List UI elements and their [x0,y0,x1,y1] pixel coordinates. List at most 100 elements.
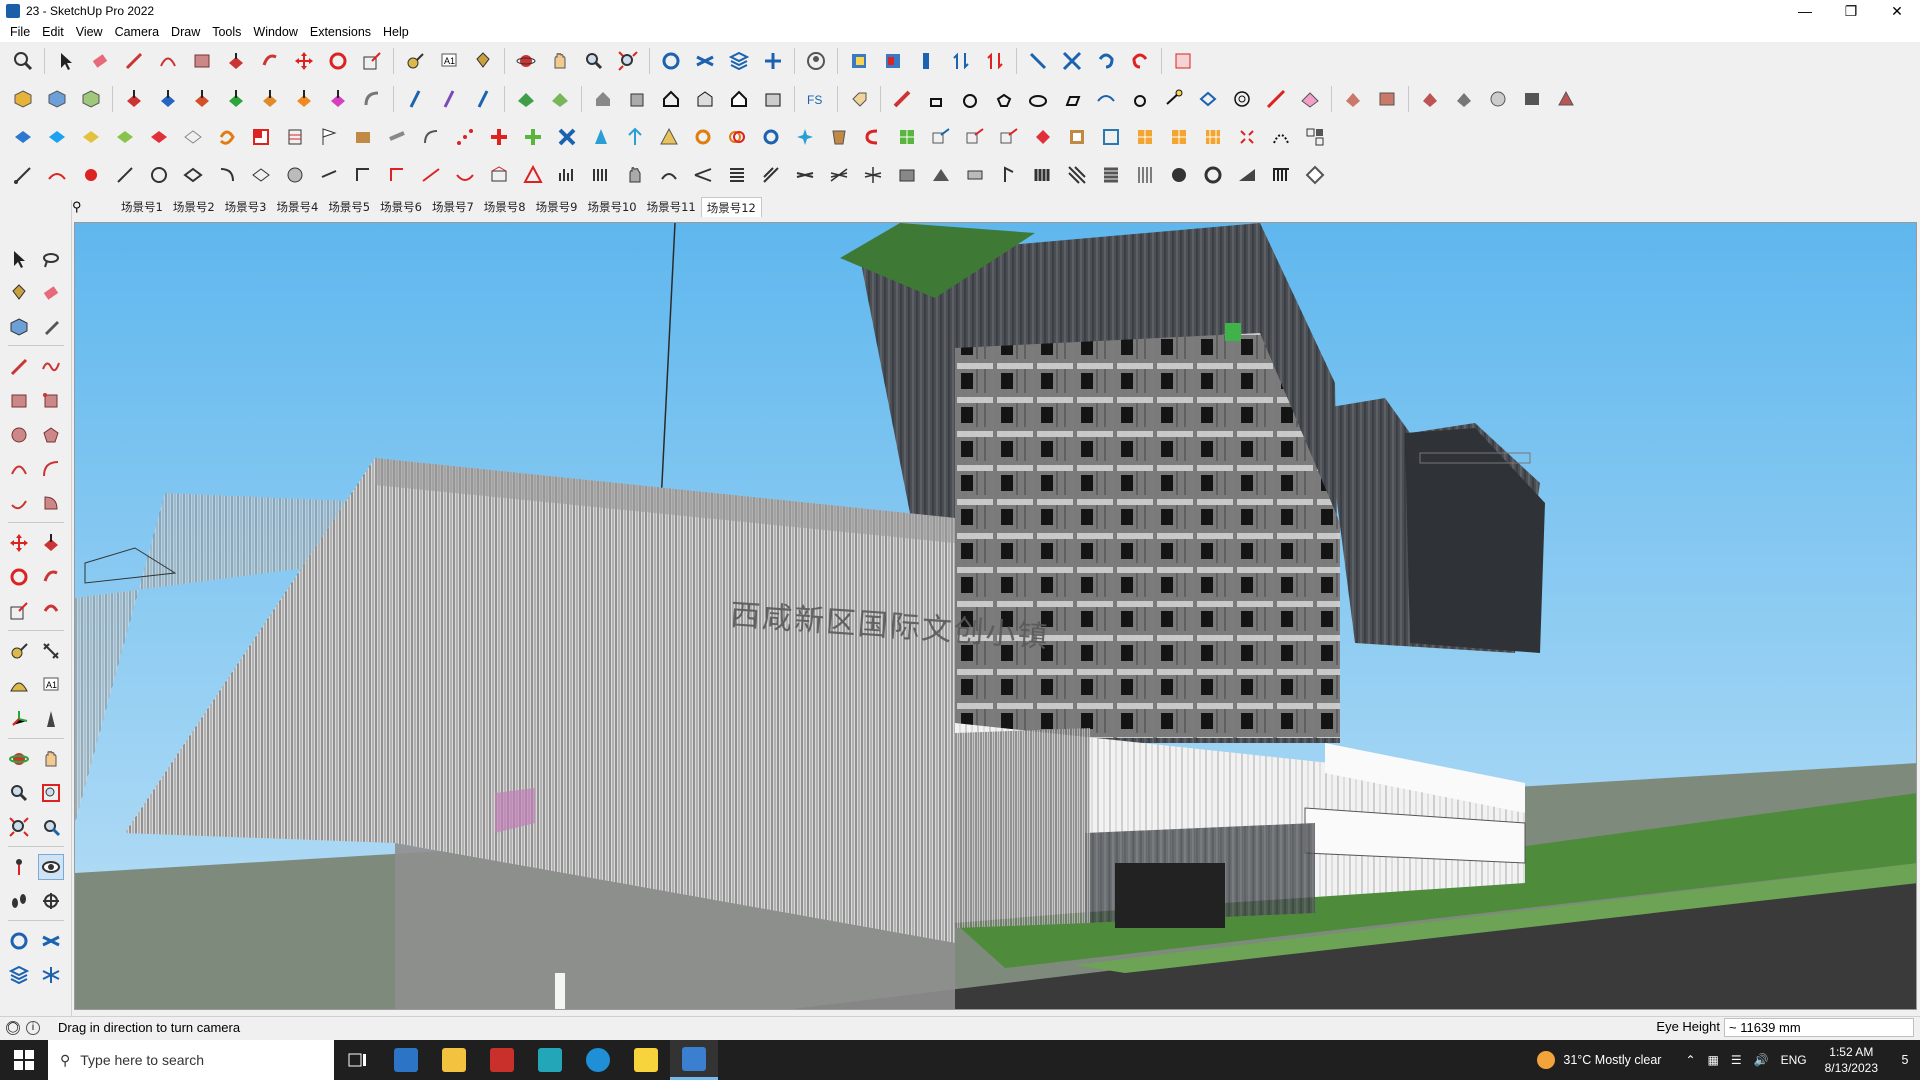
scene-tab-6[interactable]: 场景号6 [375,197,427,217]
draw-23-button[interactable] [757,161,785,189]
tools-chain-button[interactable] [383,123,411,151]
menu-edit[interactable]: Edit [36,25,70,39]
scene-tab-12[interactable]: 场景号12 [700,197,762,217]
scale-button[interactable] [358,47,386,75]
model-viewport[interactable]: 西咸新区国际文创小镇 [74,222,1917,1010]
tools-export-3-button[interactable] [995,123,1023,151]
tags-panel-icon[interactable] [38,928,64,954]
close-button[interactable]: ✕ [1874,0,1920,22]
rotate-button[interactable] [324,47,352,75]
layers-button[interactable] [691,47,719,75]
line-pencil-button[interactable] [120,47,148,75]
draw-25-button[interactable] [825,161,853,189]
label-button[interactable] [845,85,873,113]
views-front-button[interactable] [77,85,105,113]
task-view-button[interactable] [334,1040,382,1080]
tools-grid-button[interactable] [893,123,921,151]
views-top-button[interactable] [43,85,71,113]
tools-triangle-button[interactable] [655,123,683,151]
extrude-x-button[interactable] [290,85,318,113]
tools-blue-x-button[interactable] [553,123,581,151]
draw-15-button[interactable] [485,161,513,189]
draw-16-button[interactable] [519,161,547,189]
draw-20-button[interactable] [655,161,683,189]
draw-39-button[interactable] [1301,161,1329,189]
materials-button[interactable] [725,47,753,75]
menu-tools[interactable]: Tools [206,25,247,39]
draw-30-button[interactable] [995,161,1023,189]
tools-hook-button[interactable] [859,123,887,151]
draw-27-button[interactable] [893,161,921,189]
tools-frame-button[interactable] [1097,123,1125,151]
plan-1-button[interactable] [9,123,37,151]
follow-me-button[interactable] [256,47,284,75]
zoom-window-tool-icon[interactable] [38,780,64,806]
draw-35-button[interactable] [1165,161,1193,189]
tools-knot-button[interactable] [723,123,751,151]
acrobat-app-icon[interactable] [478,1040,526,1080]
calculator-app-icon[interactable] [382,1040,430,1080]
section-plane-button[interactable] [1024,47,1052,75]
scene-tab-1[interactable]: 场景号1 [116,197,168,217]
plan-3-button[interactable] [77,123,105,151]
tools-plus-button[interactable] [485,123,513,151]
redo-button[interactable] [1126,47,1154,75]
draw-31-button[interactable] [1029,161,1057,189]
plan-6-button[interactable] [179,123,207,151]
menu-camera[interactable]: Camera [109,25,165,39]
draw-24-button[interactable] [791,161,819,189]
scale-tool-icon[interactable] [6,598,32,624]
joint-push-pull-button[interactable] [154,85,182,113]
draw-6-button[interactable] [179,161,207,189]
arc-button[interactable] [154,47,182,75]
plugin-button[interactable] [1169,47,1197,75]
curve-pink-button[interactable] [1296,85,1324,113]
select-arrow-button[interactable] [52,47,80,75]
scene-search-icon[interactable]: ⚲ [72,199,94,215]
tools-cup-button[interactable] [825,123,853,151]
protractor-tool-icon[interactable] [6,672,32,698]
terrain-drape-button[interactable] [546,85,574,113]
tools-window-2-button[interactable] [1165,123,1193,151]
3ds-max-app-icon[interactable] [526,1040,574,1080]
draw-37-button[interactable] [1233,161,1261,189]
eraser-button[interactable] [86,47,114,75]
zoom-tool-icon[interactable] [6,780,32,806]
scene-tab-9[interactable]: 场景号9 [531,197,583,217]
freehand-tool-icon[interactable] [38,354,64,380]
render-6-button[interactable] [1518,85,1546,113]
push-pull-button[interactable] [222,47,250,75]
tools-export-2-button[interactable] [961,123,989,151]
curve-red-button[interactable] [1262,85,1290,113]
measurements-input[interactable]: ~ 11639 mm [1724,1018,1914,1037]
rotated-rectangle-tool-icon[interactable] [38,388,64,414]
draw-13-button[interactable] [417,161,445,189]
taskbar-search-box[interactable]: ⚲ Type here to search [48,1040,334,1080]
tools-window-3-button[interactable] [1199,123,1227,151]
render-1-button[interactable] [1339,85,1367,113]
tools-green-plus-button[interactable] [519,123,547,151]
draw-28-button[interactable] [927,161,955,189]
draw-26-button[interactable] [859,161,887,189]
zoom-extents-button[interactable] [614,47,642,75]
tape-measure-tool-icon[interactable] [6,638,32,664]
flip-y-button[interactable] [435,85,463,113]
scene-tab-4[interactable]: 场景号4 [271,197,323,217]
render-3-button[interactable] [1416,85,1444,113]
component-tool-icon[interactable] [6,314,32,340]
house-6-button[interactable] [759,85,787,113]
house-2-button[interactable] [623,85,651,113]
file-explorer-app-icon[interactable] [430,1040,478,1080]
move-button[interactable] [290,47,318,75]
info-icon[interactable]: i [26,1020,40,1035]
tools-curve-button[interactable] [417,123,445,151]
lasso-tool-icon[interactable] [38,246,64,272]
text-tool-icon[interactable]: A1 [38,672,64,698]
rectangle-tool-icon[interactable] [6,388,32,414]
tools-stack-button[interactable] [281,123,309,151]
meet-now-icon[interactable]: ▦ [1708,1053,1719,1067]
views-iso-button[interactable] [9,85,37,113]
shape-6-button[interactable] [1092,85,1120,113]
house-5-button[interactable] [725,85,753,113]
maximize-button[interactable]: ❐ [1828,0,1874,22]
